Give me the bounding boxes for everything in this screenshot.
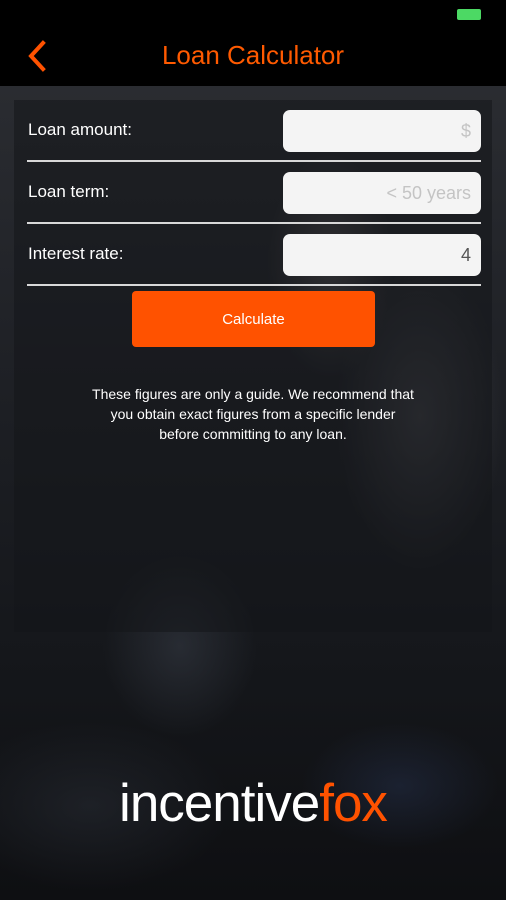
loan-amount-row: Loan amount: (27, 100, 481, 162)
interest-rate-row: Interest rate: (27, 224, 481, 286)
calculate-button[interactable]: Calculate (132, 291, 375, 347)
incentivefox-logo: incentivefox (0, 777, 506, 830)
page-title: Loan Calculator (161, 40, 345, 70)
disclaimer-text: These figures are only a guide. We recom… (53, 384, 453, 444)
battery-icon (457, 9, 481, 20)
disclaimer-line: These figures are only a guide. We recom… (92, 386, 414, 402)
navigation-bar: Loan Calculator (0, 28, 506, 86)
disclaimer-line: before committing to any loan. (159, 426, 347, 442)
logo-text-incentive: incentive (119, 774, 320, 833)
disclaimer-line: you obtain exact figures from a specific… (110, 406, 396, 422)
loan-amount-label: Loan amount: (28, 120, 132, 139)
loan-term-label: Loan term: (28, 182, 110, 201)
loan-amount-input[interactable] (283, 110, 481, 152)
app-screen: Loan Calculator Loan amount: Loan term: … (0, 0, 506, 900)
loan-form: Loan amount: Loan term: Interest rate: (27, 100, 481, 286)
status-bar (0, 0, 506, 28)
loan-term-row: Loan term: (27, 162, 481, 224)
interest-rate-input[interactable] (283, 234, 481, 276)
interest-rate-label: Interest rate: (28, 244, 124, 263)
logo-text-fox: fox (319, 774, 388, 833)
loan-term-input[interactable] (283, 172, 481, 214)
